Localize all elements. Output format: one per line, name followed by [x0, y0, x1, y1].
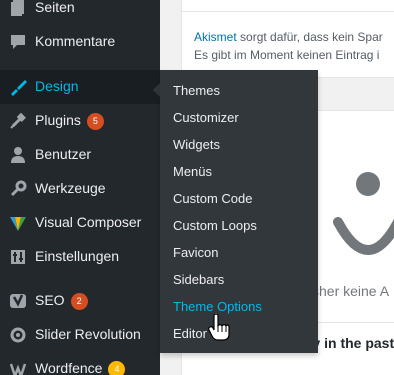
submenu-item-custom-code[interactable]: Custom Code [173, 191, 252, 206]
akismet-link[interactable]: Akismet [194, 30, 237, 44]
sidebar-item-label: Kommentare [35, 33, 116, 49]
wordfence-count-badge: 4 [108, 361, 126, 375]
brush-icon [8, 77, 28, 97]
sidebar-item-label: Benutzer [35, 146, 92, 162]
sidebar-item-users[interactable]: Benutzer [0, 138, 160, 172]
sidebar-item-plugins-wrapper: Plugins 5 [35, 112, 104, 130]
submenu-item-widgets[interactable]: Widgets [173, 137, 220, 152]
yoast-seo-icon [8, 291, 28, 311]
sidebar-item-tools[interactable]: Werkzeuge [0, 172, 160, 206]
akismet-text: sorgt dafür, dass kein Spar [236, 30, 383, 44]
sidebar-item-wordfence[interactable]: Wordfence 4 [0, 352, 160, 375]
sidebar-item-label: Wordfence [35, 360, 103, 375]
comments-icon [8, 32, 28, 52]
plugins-icon [8, 111, 28, 131]
sidebar-item-label: Werkzeuge [35, 180, 106, 196]
sidebar-item-seo-wrapper: SEO 2 [35, 292, 88, 310]
sidebar-item-label: Visual Composer [35, 214, 142, 230]
sidebar-item-label: Seiten [35, 0, 75, 15]
seo-count-badge: 2 [70, 293, 88, 310]
design-submenu: Themes Customizer Widgets Menüs Custom C… [160, 70, 318, 353]
sidebar-item-wordfence-wrapper: Wordfence 4 [35, 360, 126, 375]
smiley-icon [333, 172, 394, 255]
akismet-line: Akismet sorgt dafür, dass kein Spar [194, 30, 383, 44]
divider [181, 11, 394, 12]
empty-state-text: sher keine A [312, 283, 390, 299]
sidebar-item-seo[interactable]: SEO 2 [0, 284, 160, 318]
submenu-item-customizer[interactable]: Customizer [173, 110, 239, 125]
admin-sidebar: Seiten Kommentare Design Plugins 5 Benutz… [0, 0, 160, 375]
submenu-item-menus[interactable]: Menüs [173, 164, 212, 179]
sidebar-item-label: Plugins [35, 112, 81, 128]
pages-icon [8, 0, 28, 18]
sidebar-item-pages[interactable]: Seiten [0, 0, 160, 25]
update-count-badge: 5 [86, 113, 104, 130]
hand-pointer-icon [208, 314, 230, 341]
submenu-item-sidebars[interactable]: Sidebars [173, 272, 224, 287]
no-entry-text: Es gibt im Moment keinen Eintrag i [194, 48, 380, 62]
submenu-item-favicon[interactable]: Favicon [173, 245, 219, 260]
sidebar-item-label: Design [35, 78, 79, 94]
sidebar-item-design[interactable]: Design [0, 70, 160, 104]
submenu-item-editor[interactable]: Editor [173, 326, 207, 341]
visual-composer-icon [8, 213, 28, 233]
sidebar-item-label: SEO [35, 292, 65, 308]
wrench-icon [8, 179, 28, 199]
wordfence-icon [8, 359, 28, 375]
sidebar-item-plugins[interactable]: Plugins 5 [0, 104, 160, 138]
submenu-item-theme-options[interactable]: Theme Options [173, 299, 262, 314]
slider-revolution-icon [8, 325, 28, 345]
settings-icon [8, 247, 28, 267]
sidebar-item-visual-composer[interactable]: Visual Composer [0, 206, 160, 240]
submenu-item-custom-loops[interactable]: Custom Loops [173, 218, 257, 233]
sidebar-item-label: Slider Revolution [35, 326, 141, 342]
user-icon [8, 145, 28, 165]
sidebar-item-slider-revolution[interactable]: Slider Revolution [0, 318, 160, 352]
submenu-item-themes[interactable]: Themes [173, 83, 220, 98]
sidebar-item-comments[interactable]: Kommentare [0, 25, 160, 59]
sidebar-item-label: Einstellungen [35, 248, 120, 264]
sidebar-item-settings[interactable]: Einstellungen [0, 240, 160, 274]
